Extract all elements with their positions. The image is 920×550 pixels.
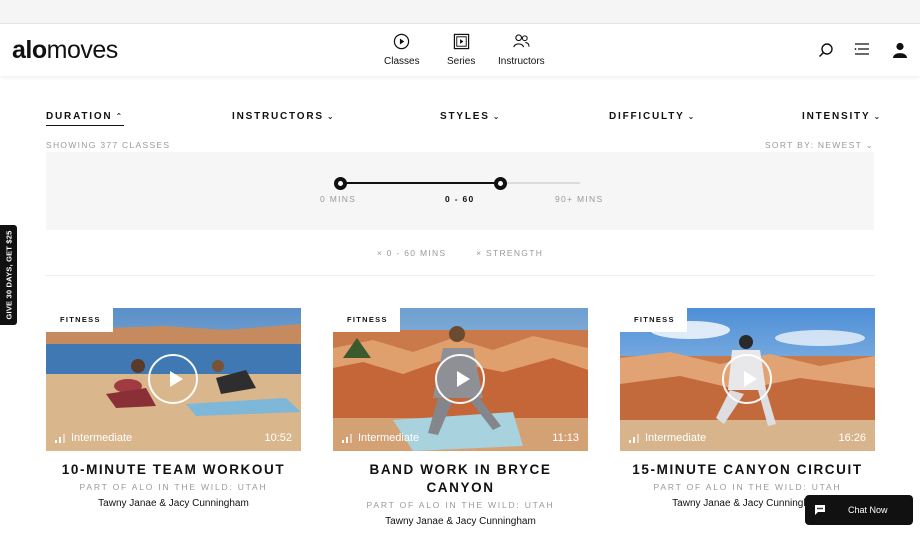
duration-panel: 0 MINS 0 - 60 90+ MINS bbox=[46, 152, 874, 230]
difficulty-level: Intermediate bbox=[342, 432, 419, 444]
chip-strength[interactable]: × STRENGTH bbox=[476, 248, 543, 258]
class-title[interactable]: 15-MINUTE CANYON CIRCUIT bbox=[620, 461, 875, 479]
chat-label: Chat Now bbox=[848, 505, 888, 515]
slider-max-label: 90+ MINS bbox=[555, 194, 604, 204]
duration-slider-fill bbox=[340, 182, 500, 184]
video-duration: 11:13 bbox=[552, 432, 579, 444]
filter-instructors[interactable]: INSTRUCTORS ⌄ bbox=[232, 111, 335, 122]
chevron-up-icon: ⌃ bbox=[115, 112, 124, 121]
class-thumbnail[interactable]: FITNESS Intermediate 16:26 bbox=[620, 308, 875, 451]
signal-bars-icon bbox=[55, 434, 65, 443]
class-card[interactable]: FITNESS Intermediate 16:26 15-MINUTE CAN… bbox=[620, 308, 875, 509]
top-strip bbox=[0, 0, 920, 24]
class-card[interactable]: FITNESS Intermediate 11:13 BAND WORK IN … bbox=[333, 308, 588, 527]
series-label[interactable]: PART OF ALO IN THE WILD: UTAH bbox=[333, 500, 588, 510]
filter-label: DIFFICULTY bbox=[609, 111, 685, 122]
class-thumbnail[interactable]: FITNESS Intermediate 10:52 bbox=[46, 308, 301, 451]
results-count: SHOWING 377 CLASSES bbox=[46, 140, 171, 150]
difficulty-level: Intermediate bbox=[629, 432, 706, 444]
filter-label: INSTRUCTORS bbox=[232, 111, 324, 122]
play-button[interactable] bbox=[148, 354, 198, 404]
video-duration: 10:52 bbox=[264, 432, 292, 444]
slider-current-range: 0 - 60 bbox=[445, 194, 475, 204]
chevron-down-icon: ⌄ bbox=[326, 112, 336, 121]
people-icon bbox=[513, 34, 530, 48]
category-tag: FITNESS bbox=[46, 308, 113, 332]
stacked-play-icon bbox=[453, 33, 469, 50]
search-icon[interactable] bbox=[818, 42, 834, 58]
promo-label: GIVE 30 DAYS, GET $25 bbox=[4, 230, 13, 320]
duration-slider-min-handle[interactable] bbox=[333, 177, 347, 190]
tab-classes[interactable]: Classes bbox=[384, 33, 420, 67]
chevron-down-icon: ⌄ bbox=[873, 112, 882, 121]
category-tag: FITNESS bbox=[333, 308, 400, 332]
logo-light: moves bbox=[46, 36, 119, 64]
active-filter-chips: × 0 - 60 MINS × STRENGTH bbox=[46, 248, 874, 260]
play-button[interactable] bbox=[722, 354, 772, 404]
tab-label: Instructors bbox=[498, 56, 545, 67]
signal-bars-icon bbox=[342, 434, 352, 443]
tab-label: Series bbox=[447, 56, 476, 67]
chat-now-button[interactable]: Chat Now bbox=[805, 495, 913, 525]
series-label[interactable]: PART OF ALO IN THE WILD: UTAH bbox=[46, 482, 301, 492]
chevron-down-icon: ⌄ bbox=[492, 112, 502, 121]
filter-label: INTENSITY bbox=[802, 111, 871, 122]
play-circle-icon bbox=[394, 33, 410, 50]
tab-series[interactable]: Series bbox=[447, 33, 475, 67]
promo-side-tab[interactable]: GIVE 30 DAYS, GET $25 bbox=[0, 225, 17, 325]
class-card[interactable]: FITNESS Intermediate 10:52 10-MINUTE TEA… bbox=[46, 308, 301, 509]
chip-duration[interactable]: × 0 - 60 MINS bbox=[377, 248, 447, 258]
play-button[interactable] bbox=[435, 354, 485, 404]
level-label: Intermediate bbox=[358, 432, 420, 444]
slider-min-label: 0 MINS bbox=[320, 194, 357, 204]
filter-intensity[interactable]: INTENSITY ⌄ bbox=[802, 111, 882, 122]
instructor-names[interactable]: Tawny Janae & Jacy Cunningham bbox=[333, 516, 588, 527]
menu-list-icon[interactable] bbox=[854, 41, 870, 57]
category-tag: FITNESS bbox=[620, 308, 687, 332]
logo-bold: alo bbox=[12, 36, 47, 64]
instructor-names[interactable]: Tawny Janae & Jacy Cunningham bbox=[46, 498, 301, 509]
logo[interactable]: alomoves bbox=[12, 36, 118, 64]
class-title[interactable]: BAND WORK IN BRYCE CANYON bbox=[333, 461, 588, 497]
filter-duration[interactable]: DURATION ⌃ bbox=[46, 111, 124, 126]
filter-bar: DURATION ⌃ INSTRUCTORS ⌄ STYLES ⌄ DIFFICULT… bbox=[46, 111, 880, 126]
sort-dropdown[interactable]: SORT BY: NEWEST ⌄ bbox=[765, 140, 874, 151]
level-label: Intermediate bbox=[645, 432, 707, 444]
series-label[interactable]: PART OF ALO IN THE WILD: UTAH bbox=[620, 482, 875, 492]
filter-label: DURATION bbox=[46, 111, 113, 122]
signal-bars-icon bbox=[629, 434, 639, 443]
tab-instructors[interactable]: Instructors bbox=[498, 33, 545, 67]
filter-styles[interactable]: STYLES ⌄ bbox=[440, 111, 501, 122]
duration-slider-track[interactable] bbox=[340, 182, 580, 184]
duration-slider-max-handle[interactable] bbox=[493, 177, 507, 190]
header: alomoves Classes Series Instructors bbox=[0, 24, 920, 76]
filter-difficulty[interactable]: DIFFICULTY ⌄ bbox=[609, 111, 696, 122]
chat-bubble-icon bbox=[815, 505, 825, 515]
difficulty-level: Intermediate bbox=[55, 432, 132, 444]
level-label: Intermediate bbox=[71, 432, 133, 444]
class-title[interactable]: 10-MINUTE TEAM WORKOUT bbox=[46, 461, 301, 479]
divider bbox=[46, 275, 874, 276]
tab-label: Classes bbox=[384, 56, 420, 67]
video-duration: 16:26 bbox=[838, 432, 866, 444]
filter-label: STYLES bbox=[440, 111, 490, 122]
class-thumbnail[interactable]: FITNESS Intermediate 11:13 bbox=[333, 308, 588, 451]
user-icon[interactable] bbox=[892, 42, 908, 58]
chevron-down-icon: ⌄ bbox=[687, 112, 697, 121]
